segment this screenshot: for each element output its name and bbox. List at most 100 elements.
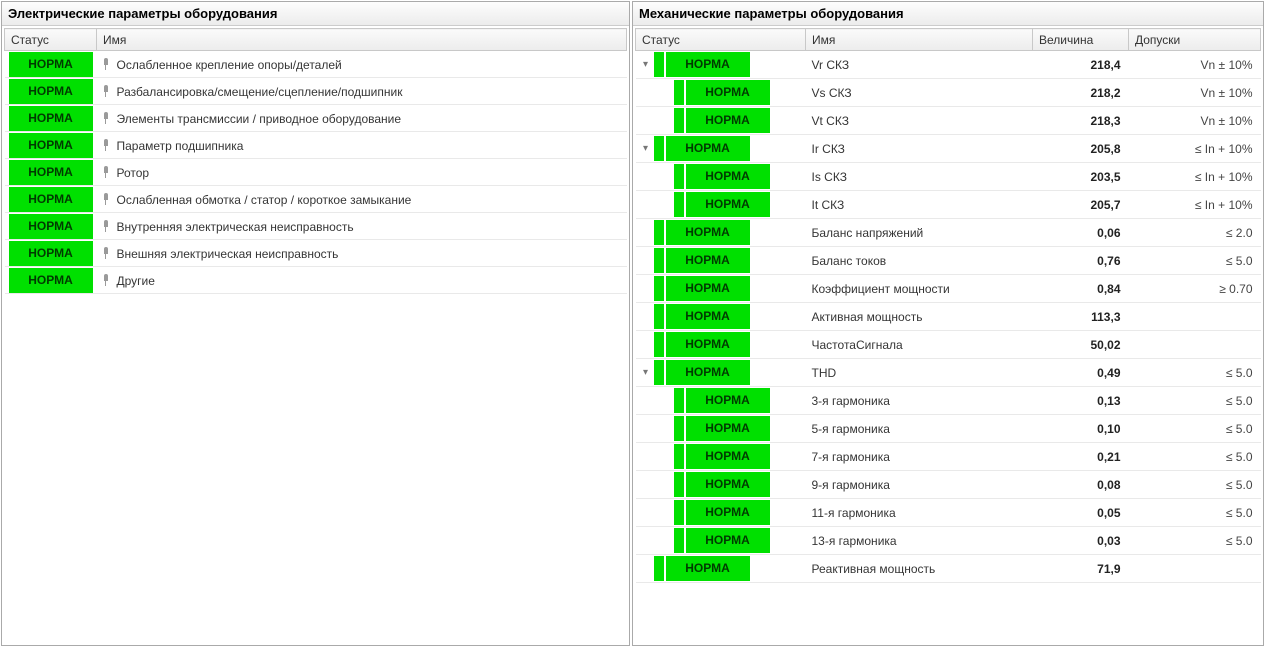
status-cell: НОРМА [5,267,97,294]
col-header-status[interactable]: Статус [636,29,806,51]
expander-icon[interactable]: ▾ [640,59,652,70]
status-badge: НОРМА [666,220,750,245]
name-cell: Элементы трансмиссии / приводное оборудо… [97,105,627,132]
row-name: 9-я гармоника [806,471,1033,499]
row-name: Внешняя электрическая неисправность [117,246,339,260]
table-row[interactable]: ▸НОРМАIs СКЗ203,5≤ In + 10% [636,163,1261,191]
status-fill [674,416,684,441]
mechanical-grid[interactable]: Статус Имя Величина Допуски ▾НОРМАVr СКЗ… [633,26,1263,645]
status-badge: НОРМА [686,80,770,105]
status-cell: ▸НОРМА [636,331,806,359]
row-value: 218,4 [1033,51,1129,79]
status-badge: НОРМА [9,106,93,131]
status-badge: НОРМА [9,241,93,266]
table-row[interactable]: ▸НОРМА7-я гармоника0,21≤ 5.0 [636,443,1261,471]
status-cell: НОРМА [5,51,97,78]
table-row[interactable]: ▸НОРМААктивная мощность113,3 [636,303,1261,331]
name-cell: Параметр подшипника [97,132,627,159]
row-name: Ir СКЗ [806,135,1033,163]
table-row[interactable]: НОРМА Внешняя электрическая неисправность [5,240,627,267]
table-row[interactable]: НОРМАПараметр подшипника [5,132,627,159]
row-tolerance: ≤ 5.0 [1129,527,1261,555]
expander-icon[interactable]: ▾ [640,143,652,154]
table-row[interactable]: ▾НОРМАIr СКЗ205,8≤ In + 10% [636,135,1261,163]
table-row[interactable]: ▸НОРМАКоэффициент мощности0,84≥ 0.70 [636,275,1261,303]
row-value: 50,02 [1033,331,1129,359]
table-row[interactable]: ▸НОРМАБаланс токов0,76≤ 5.0 [636,247,1261,275]
col-header-name[interactable]: Имя [97,29,627,51]
table-row[interactable]: НОРМАОслабленное крепление опоры/деталей [5,51,627,78]
table-row[interactable]: ▸НОРМАIt СКЗ205,7≤ In + 10% [636,191,1261,219]
row-tolerance: ≤ 5.0 [1129,443,1261,471]
mechanical-panel-title: Механические параметры оборудования [633,2,1263,26]
status-fill [654,276,664,301]
indent-spacer [654,500,672,525]
row-name: Реактивная мощность [806,555,1033,583]
pin-icon [101,58,111,70]
row-tolerance: ≤ In + 10% [1129,163,1261,191]
col-header-status[interactable]: Статус [5,29,97,51]
pin-icon [101,193,111,205]
table-row[interactable]: ▸НОРМАБаланс напряжений0,06≤ 2.0 [636,219,1261,247]
status-cell: ▸НОРМА [636,499,806,527]
table-row[interactable]: ▸НОРМАРеактивная мощность71,9 [636,555,1261,583]
col-header-tolerance[interactable]: Допуски [1129,29,1261,51]
row-tolerance: ≤ 2.0 [1129,219,1261,247]
table-row[interactable]: ▸НОРМА9-я гармоника0,08≤ 5.0 [636,471,1261,499]
name-cell: Ротор [97,159,627,186]
table-row[interactable]: НОРМАРазбалансировка/смещение/сцепление/… [5,78,627,105]
row-value: 0,03 [1033,527,1129,555]
pin-icon [101,166,111,178]
table-row[interactable]: НОРМА Другие [5,267,627,294]
pin-icon [101,112,111,124]
status-badge: НОРМА [9,79,93,104]
status-badge: НОРМА [686,416,770,441]
row-name: Vs СКЗ [806,79,1033,107]
table-row[interactable]: ▸НОРМАVt СКЗ218,3Vn ± 10% [636,107,1261,135]
status-cell: ▾НОРМА [636,135,806,163]
table-row[interactable]: ▸НОРМА11-я гармоника0,05≤ 5.0 [636,499,1261,527]
expander-icon[interactable]: ▾ [640,367,652,378]
table-row[interactable]: ▸НОРМАЧастотаСигнала50,02 [636,331,1261,359]
row-tolerance: ≤ 5.0 [1129,387,1261,415]
table-row[interactable]: ▸НОРМАVs СКЗ218,2Vn ± 10% [636,79,1261,107]
app-root: Электрические параметры оборудования Ста… [0,0,1265,647]
row-tolerance: ≤ 5.0 [1129,471,1261,499]
status-badge: НОРМА [9,268,93,293]
status-badge: НОРМА [666,360,750,385]
row-value: 0,06 [1033,219,1129,247]
status-cell: НОРМА [5,240,97,267]
col-header-name[interactable]: Имя [806,29,1033,51]
table-row[interactable]: ▸НОРМА13-я гармоника0,03≤ 5.0 [636,527,1261,555]
status-fill [674,80,684,105]
table-row[interactable]: ▾НОРМАVr СКЗ218,4Vn ± 10% [636,51,1261,79]
status-cell: ▸НОРМА [636,555,806,583]
table-row[interactable]: НОРМАОслабленная обмотка / статор / коро… [5,186,627,213]
row-value: 203,5 [1033,163,1129,191]
table-row[interactable]: ▸НОРМА3-я гармоника0,13≤ 5.0 [636,387,1261,415]
electrical-grid[interactable]: Статус Имя НОРМАОслабленное крепление оп… [2,26,629,645]
row-value: 218,3 [1033,107,1129,135]
row-tolerance: ≤ In + 10% [1129,191,1261,219]
row-name: Другие [117,273,155,287]
table-row[interactable]: НОРМАРотор [5,159,627,186]
status-fill [654,136,664,161]
table-row[interactable]: НОРМАЭлементы трансмиссии / приводное об… [5,105,627,132]
name-cell: Внутренняя электрическая неисправность [97,213,627,240]
status-cell: НОРМА [5,132,97,159]
row-tolerance: ≤ In + 10% [1129,135,1261,163]
electrical-panel: Электрические параметры оборудования Ста… [1,1,630,646]
status-cell: НОРМА [5,186,97,213]
status-badge: НОРМА [686,528,770,553]
table-row[interactable]: ▾НОРМАTHD0,49≤ 5.0 [636,359,1261,387]
status-cell: НОРМА [5,105,97,132]
status-badge: НОРМА [686,388,770,413]
table-row[interactable]: ▸НОРМА5-я гармоника0,10≤ 5.0 [636,415,1261,443]
row-name: 11-я гармоника [806,499,1033,527]
col-header-value[interactable]: Величина [1033,29,1129,51]
row-value: 0,84 [1033,275,1129,303]
row-tolerance [1129,303,1261,331]
row-name: Is СКЗ [806,163,1033,191]
table-row[interactable]: НОРМАВнутренняя электрическая неисправно… [5,213,627,240]
row-tolerance: ≤ 5.0 [1129,499,1261,527]
